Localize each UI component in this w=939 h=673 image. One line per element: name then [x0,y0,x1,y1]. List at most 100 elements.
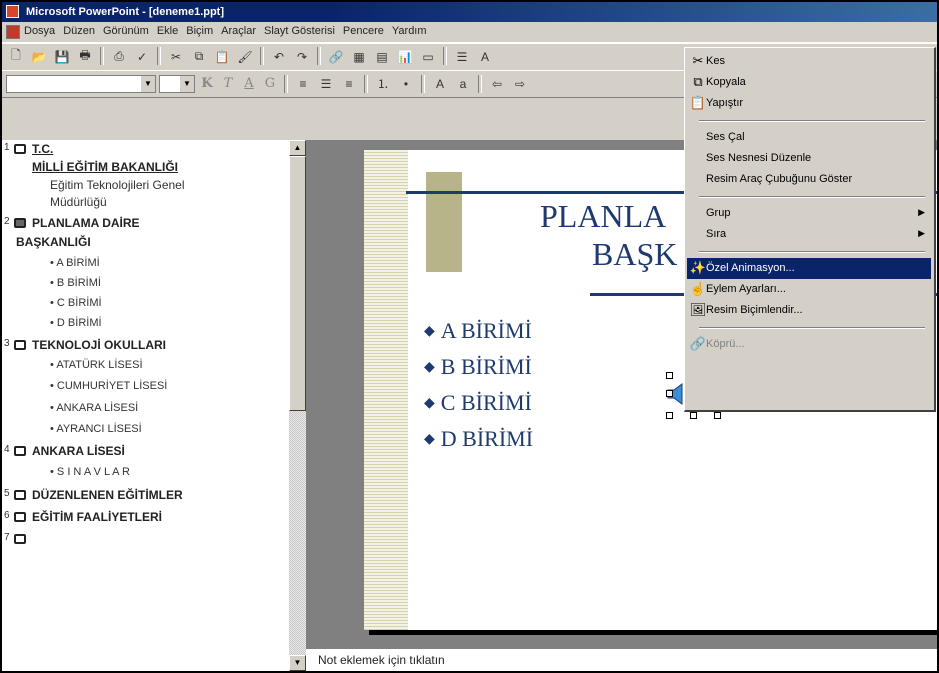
align-left-icon[interactable]: ≡ [293,74,313,93]
slide-bullet[interactable]: ◆ C BİRİMİ [424,390,532,416]
scroll-down-icon[interactable]: ▼ [289,655,306,671]
chevron-down-icon[interactable]: ▼ [180,75,194,92]
menu-item-kes[interactable]: ✂ Kes [687,51,931,72]
print-preview-icon[interactable]: ⎙ [109,47,129,66]
menu-item-resim-bicimlendir[interactable]: 🖼 Resim Biçimlendir... [687,300,931,321]
slide-icon[interactable] [14,490,26,500]
demote-icon[interactable]: ⇨ [510,74,530,93]
menu-item-kopyala[interactable]: ⧉ Kopyala [687,72,931,93]
menu-item-resim-arac-cubugu[interactable]: Resim Araç Çubuğunu Göster [687,169,931,190]
font-size-combo[interactable]: ▼ [159,74,195,93]
outline-bullet[interactable]: • B BİRİMİ [50,277,101,289]
outline-slide-title[interactable]: DÜZENLENEN EĞİTİMLER [32,488,183,502]
cut-icon[interactable]: ✂ [166,47,186,66]
menu-dosya[interactable]: Dosya [24,25,55,37]
menu-gorunum[interactable]: Görünüm [103,25,149,37]
slide-title[interactable]: BAŞK [592,236,677,273]
save-icon[interactable]: 💾 [52,47,72,66]
insert-word-table-icon[interactable]: ▤ [372,47,392,66]
font-name-combo[interactable]: ▼ [6,74,156,93]
slide-bullet[interactable]: ◆ A BİRİMİ [424,318,532,344]
promote-icon[interactable]: ⇦ [487,74,507,93]
slide-icon[interactable] [14,534,26,544]
outline-bullet[interactable]: • A BİRİMİ [50,257,100,269]
menu-item-ses-cal[interactable]: Ses Çal [687,127,931,148]
slide-title[interactable]: PLANLA [540,198,666,235]
outline-slide-title[interactable]: BAŞKANLIĞI [16,235,91,249]
outline-bullet[interactable]: • ANKARA LİSESİ [50,402,138,414]
outline-slide-title[interactable]: T.C. [32,142,53,156]
align-center-icon[interactable]: ☰ [316,74,336,93]
insert-table-icon[interactable]: ▦ [349,47,369,66]
new-icon[interactable]: 🗋 [6,47,26,66]
menu-pencere[interactable]: Pencere [343,25,384,37]
outline-bullet[interactable]: • ATATÜRK LİSESİ [50,359,143,371]
chevron-down-icon[interactable]: ▼ [141,75,155,92]
underline-button[interactable]: A [240,76,258,91]
slide-icon[interactable] [14,144,26,154]
print-icon[interactable]: 🖶 [75,47,95,66]
outline-slide-title[interactable]: ANKARA LİSESİ [32,444,125,458]
outline-subtext[interactable]: Müdürlüğü [50,195,107,209]
outline-bullet[interactable]: • C BİRİMİ [50,297,102,309]
expand-all-icon[interactable]: ☰ [452,47,472,66]
menu-item-sira[interactable]: Sıra ▶ [687,224,931,245]
slide-bullet[interactable]: ◆ B BİRİMİ [424,354,532,380]
new-slide-icon[interactable]: ▭ [418,47,438,66]
outline-bullet[interactable]: • S I N A V L A R [50,466,130,478]
format-painter-icon[interactable]: 🖌 [235,47,255,66]
numbering-icon[interactable]: ⒈ [373,74,393,93]
menu-item-ozel-animasyon[interactable]: ✨ Özel Animasyon... [687,258,931,279]
bullets-icon[interactable]: • [396,74,416,93]
resize-handle[interactable] [666,372,673,379]
show-formatting-icon[interactable]: A [475,47,495,66]
outline-bullet[interactable]: • AYRANCI LİSESİ [50,423,142,435]
scroll-up-icon[interactable]: ▲ [289,140,306,156]
resize-handle[interactable] [666,412,673,419]
increase-font-icon[interactable]: A [430,74,450,93]
notes-pane[interactable]: Not eklemek için tıklatın [306,647,937,671]
redo-icon[interactable]: ↷ [292,47,312,66]
slide-icon[interactable] [14,218,26,228]
menu-ekle[interactable]: Ekle [157,25,178,37]
menu-bicim[interactable]: Biçim [186,25,213,37]
slide-icon[interactable] [14,446,26,456]
shadow-button[interactable]: G [261,76,279,91]
resize-handle[interactable] [666,390,673,397]
menu-item-ses-nesnesi-duzenle[interactable]: Ses Nesnesi Düzenle [687,148,931,169]
copy-icon[interactable]: ⧉ [189,47,209,66]
bold-button[interactable]: K [198,76,216,91]
menu-yardim[interactable]: Yardım [392,25,427,37]
paste-icon[interactable]: 📋 [212,47,232,66]
outline-slide-title[interactable]: MİLLİ EĞİTİM BAKANLIĞI [32,160,178,174]
slide-bullet[interactable]: ◆ D BİRİMİ [424,426,533,452]
menu-item-grup[interactable]: Grup ▶ [687,203,931,224]
undo-icon[interactable]: ↶ [269,47,289,66]
resize-handle[interactable] [714,412,721,419]
outline-bullet[interactable]: • CUMHURİYET LİSESİ [50,380,167,392]
align-right-icon[interactable]: ≡ [339,74,359,93]
outline-scrollbar[interactable]: ▲ ▼ [289,140,306,671]
menu-duzen[interactable]: Düzen [63,25,95,37]
italic-button[interactable]: T [219,76,237,91]
menu-item-yapistir[interactable]: 📋 Yapıştır [687,93,931,114]
menu-item-eylem-ayarlari[interactable]: ☝ Eylem Ayarları... [687,279,931,300]
menu-araclar[interactable]: Araçlar [221,25,256,37]
outline-slide-title[interactable]: TEKNOLOJİ OKULLARI [32,338,166,352]
outline-slide-title[interactable]: PLANLAMA DAİRE [32,216,140,230]
powerpoint-app-icon[interactable] [6,5,19,18]
outline-bullet[interactable]: • D BİRİMİ [50,317,102,329]
open-icon[interactable]: 📂 [29,47,49,66]
scroll-thumb[interactable] [289,156,306,411]
spelling-icon[interactable]: ✓ [132,47,152,66]
slide-icon[interactable] [14,340,26,350]
outline-subtext[interactable]: Eğitim Teknolojileri Genel [50,178,185,192]
slide-icon[interactable] [14,512,26,522]
document-icon[interactable] [6,25,20,39]
resize-handle[interactable] [690,412,697,419]
menu-slayt-gosterisi[interactable]: Slayt Gösterisi [264,25,335,37]
decrease-font-icon[interactable]: a [453,74,473,93]
insert-chart-icon[interactable]: 📊 [395,47,415,66]
hyperlink-icon[interactable]: 🔗 [326,47,346,66]
outline-pane[interactable]: 1 T.C. MİLLİ EĞİTİM BAKANLIĞI Eğitim Tek… [2,140,290,671]
